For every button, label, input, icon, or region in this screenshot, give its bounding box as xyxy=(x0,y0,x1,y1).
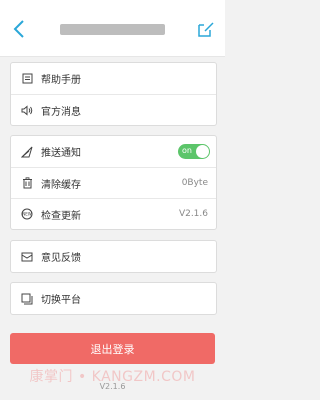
toggle-knob xyxy=(196,145,209,158)
svg-text:NEW: NEW xyxy=(22,212,32,217)
feedback-item[interactable]: 意见反馈 xyxy=(11,241,216,272)
copy-icon xyxy=(21,293,33,305)
check-update-label: 检查更新 xyxy=(41,210,81,222)
back-button[interactable] xyxy=(8,16,30,42)
check-update-item[interactable]: NEW 检查更新 V2.1.6 xyxy=(11,198,216,229)
push-notification-toggle[interactable]: on xyxy=(178,144,210,159)
official-news-item[interactable]: 官方消息 xyxy=(11,94,216,125)
new-badge-icon: NEW xyxy=(21,208,33,220)
settings-group: 推送通知 on 清除缓存 0Byte NEW 检查更新 V2.1.6 xyxy=(10,135,217,230)
mail-icon xyxy=(21,251,33,263)
version-footer: V2.1.6 xyxy=(99,382,126,391)
clear-cache-item[interactable]: 清除缓存 0Byte xyxy=(11,167,216,198)
chevron-left-icon xyxy=(13,20,24,38)
clear-cache-label: 清除缓存 xyxy=(41,179,81,191)
push-notification-item: 推送通知 on xyxy=(11,136,216,167)
edit-icon xyxy=(198,22,214,37)
toggle-on-text: on xyxy=(182,146,192,155)
cache-size-value: 0Byte xyxy=(181,178,208,188)
top-bar xyxy=(0,0,225,57)
speaker-icon xyxy=(21,104,33,116)
edit-button[interactable] xyxy=(194,17,218,41)
app-version-value: V2.1.6 xyxy=(178,209,208,219)
page-title xyxy=(60,24,165,35)
feedback-group: 意见反馈 xyxy=(10,240,217,273)
send-icon xyxy=(21,146,33,158)
help-group: 帮助手册 官方消息 xyxy=(10,62,217,126)
push-notification-label: 推送通知 xyxy=(41,148,81,159)
help-manual-label: 帮助手册 xyxy=(41,75,81,86)
feedback-label: 意见反馈 xyxy=(41,253,81,264)
switch-platform-label: 切换平台 xyxy=(41,295,81,306)
book-icon xyxy=(21,73,33,85)
switch-platform-item[interactable]: 切换平台 xyxy=(11,283,216,314)
help-manual-item[interactable]: 帮助手册 xyxy=(11,63,216,94)
trash-icon xyxy=(21,177,33,189)
platform-group: 切换平台 xyxy=(10,282,217,315)
official-news-label: 官方消息 xyxy=(41,106,81,118)
logout-button[interactable]: 退出登录 xyxy=(10,333,215,364)
